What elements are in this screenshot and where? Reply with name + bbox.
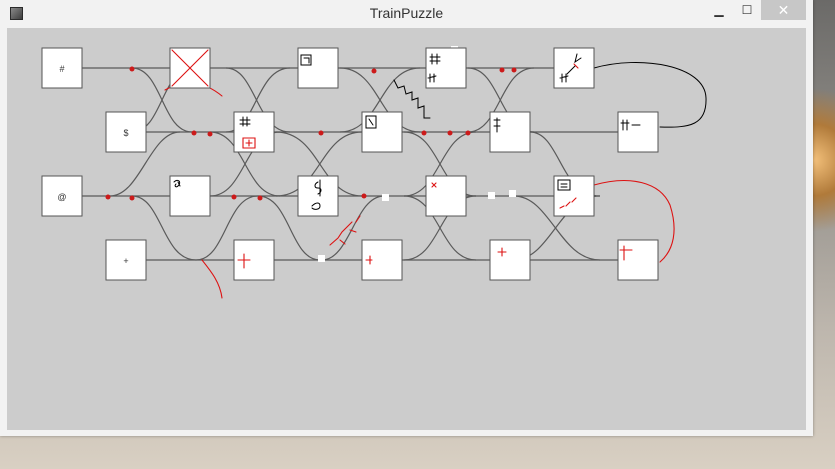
drawn-red-curve-2 <box>201 259 223 299</box>
window-title: TrainPuzzle <box>369 5 444 21</box>
app-window: TrainPuzzle ▁ ☐ ✕ # $ @ + <box>0 0 813 436</box>
switch-markers[interactable] <box>318 46 516 262</box>
scribbles-row-4 <box>237 245 633 269</box>
scribbles-row-2 <box>239 115 641 133</box>
minimize-button[interactable]: ▁ <box>705 0 733 20</box>
maximize-button[interactable]: ☐ <box>733 0 761 20</box>
puzzle-canvas[interactable]: # $ @ + <box>7 28 806 430</box>
title-bar[interactable]: TrainPuzzle ▁ ☐ ✕ <box>0 0 813 27</box>
close-button[interactable]: ✕ <box>761 0 806 20</box>
station-label-plus: + <box>123 256 128 266</box>
station-label-dollar: $ <box>123 128 128 138</box>
track-diagram[interactable]: # $ @ + <box>7 28 806 430</box>
station-label-hash: # <box>59 64 64 74</box>
track-lines <box>82 67 618 261</box>
station-label-at: @ <box>57 192 66 202</box>
